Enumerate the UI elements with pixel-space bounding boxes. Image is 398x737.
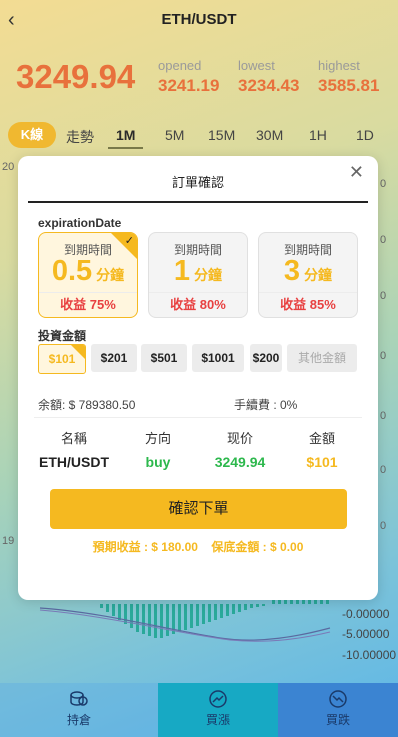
current-price: 3249.94: [16, 58, 136, 95]
chart-fragment: 0: [380, 290, 387, 302]
card-unit: 分鐘: [194, 267, 223, 283]
amount-option-101[interactable]: $101: [38, 344, 86, 374]
fee-text: 手續費 : 0%: [234, 398, 298, 412]
expiration-option-1[interactable]: 到期時間 1 分鐘 收益 80%: [148, 232, 248, 318]
card-value: 0.5: [51, 255, 93, 287]
highest-stat: highest 3585.81: [318, 58, 379, 96]
expiration-option-2[interactable]: 到期時間 3 分鐘 收益 85%: [258, 232, 358, 318]
order-amount: $101: [306, 454, 338, 470]
col-header-amount: 金額: [308, 431, 335, 446]
tab-1h[interactable]: 1H: [309, 127, 327, 143]
axis-label: -10.00000: [342, 648, 397, 662]
tab-1d[interactable]: 1D: [356, 127, 374, 143]
expiration-label: expirationDate: [38, 216, 122, 230]
check-icon: [71, 345, 85, 359]
guaranteed-amount: 保底金額 : $ 0.00: [211, 540, 304, 554]
nav-buy-up[interactable]: 買漲: [158, 683, 278, 737]
modal-title: 訂單確認: [171, 175, 224, 190]
nav-label: 買跌: [325, 713, 350, 727]
balance-text: 余額: $ 789380.50: [38, 398, 136, 412]
tab-1m[interactable]: 1M: [108, 127, 144, 149]
order-confirm-modal: 訂單確認 ✕ expirationDate ✓ 到期時間 0.5 分鐘 收益 75…: [18, 156, 378, 600]
amount-option-2001[interactable]: $200: [250, 344, 282, 372]
card-unit: 分鐘: [304, 267, 333, 283]
col-header-price: 现价: [226, 431, 253, 446]
card-yield: 收益 85%: [259, 292, 357, 317]
order-name: ETH/USDT: [39, 454, 109, 470]
axis-label: -5.00000: [342, 627, 390, 641]
page-title: ETH/USDT: [161, 11, 237, 28]
chart-fragment: 20: [2, 161, 15, 173]
card-yield: 收益 75%: [39, 292, 137, 317]
tab-trend[interactable]: 走勢: [66, 127, 94, 147]
chart-fragment: 19: [2, 535, 15, 547]
coins-icon: [70, 691, 88, 706]
card-value: 3: [283, 255, 301, 287]
chart-tabs: K線 走勢 1M 5M 15M 30M 1H 1D: [0, 122, 398, 152]
other-amount-button[interactable]: 其他金額: [287, 344, 357, 372]
divider: [28, 201, 368, 203]
chart-fragment: 0: [380, 178, 387, 190]
col-header-direction: 方向: [144, 431, 171, 446]
lowest-value: 3234.43: [238, 76, 300, 95]
chart-fragment: 0: [380, 410, 387, 422]
nav-positions[interactable]: 持倉: [0, 683, 158, 737]
tab-30m[interactable]: 30M: [256, 127, 283, 143]
highest-label: highest: [318, 58, 360, 73]
trend-up-icon: [209, 690, 227, 708]
divider: [34, 417, 362, 418]
chart-fragment: 0: [380, 234, 387, 246]
tab-kline[interactable]: K線: [8, 122, 56, 148]
chart-fragment: 0: [380, 464, 387, 476]
expiration-option-0[interactable]: ✓ 到期時間 0.5 分鐘 收益 75%: [38, 232, 138, 318]
lowest-stat: lowest 3234.43: [238, 58, 299, 96]
axis-label: -0.00000: [342, 607, 390, 621]
opened-value: 3241.19: [158, 76, 220, 95]
card-yield: 收益 80%: [149, 292, 247, 317]
top-bar: ‹ ETH/USDT: [0, 0, 398, 40]
order-price: 3249.94: [214, 454, 266, 470]
highest-value: 3585.81: [318, 76, 380, 95]
card-value: 1: [173, 255, 191, 287]
profit-summary: 預期收益 : $ 180.00 保底金額 : $ 0.00: [18, 538, 378, 555]
chart-fragment: 0: [380, 350, 387, 362]
tab-5m[interactable]: 5M: [165, 127, 184, 143]
opened-label: opened: [158, 58, 202, 73]
nav-label: 買漲: [205, 713, 230, 727]
card-unit: 分鐘: [96, 267, 125, 283]
opened-stat: opened 3241.19: [158, 58, 219, 96]
amount-label: 投資金額: [38, 329, 87, 343]
trend-down-icon: [329, 690, 347, 708]
bottom-nav: 持倉 買漲 買跌: [0, 683, 398, 737]
macd-histogram: [39, 598, 331, 642]
amount-option-1001[interactable]: $1001: [192, 344, 244, 372]
nav-buy-down[interactable]: 買跌: [278, 683, 398, 737]
nav-label: 持倉: [66, 713, 91, 727]
chart-fragment: 0: [380, 520, 387, 532]
close-icon[interactable]: ✕: [349, 162, 364, 183]
amount-option-201[interactable]: $201: [91, 344, 137, 372]
tab-15m[interactable]: 15M: [208, 127, 235, 143]
order-direction: buy: [145, 454, 171, 470]
lowest-label: lowest: [238, 58, 275, 73]
confirm-order-button[interactable]: 確認下單: [50, 489, 347, 529]
amount-option-501[interactable]: $501: [141, 344, 187, 372]
col-header-name: 名稱: [60, 431, 87, 446]
expected-profit: 預期收益 : $ 180.00: [92, 540, 198, 554]
